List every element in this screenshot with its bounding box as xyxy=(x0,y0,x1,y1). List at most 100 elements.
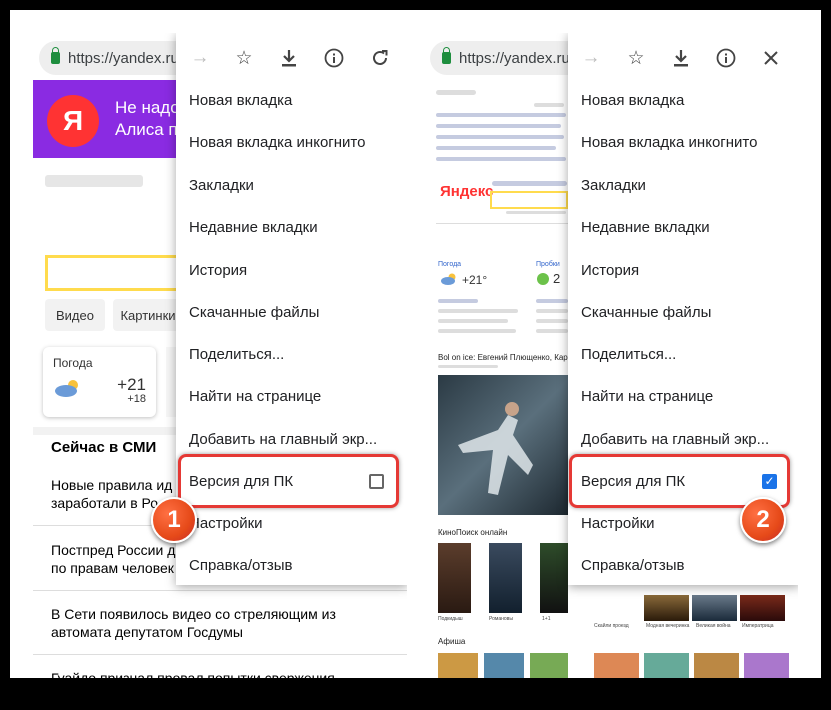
url-text: https://yandex.ru xyxy=(68,49,179,67)
event-poster[interactable] xyxy=(530,653,568,678)
menu-history[interactable]: История xyxy=(581,249,639,291)
movie-title: Модная вечеринка xyxy=(646,623,690,629)
divider xyxy=(33,590,407,591)
menu-help-feedback[interactable]: Справка/отзыв xyxy=(189,544,293,586)
blurred-text xyxy=(534,103,564,107)
search-input[interactable] xyxy=(45,255,185,291)
menu-recent-tabs[interactable]: Недавние вкладки xyxy=(581,206,710,248)
movie-poster[interactable] xyxy=(740,595,785,621)
menu-help-feedback[interactable]: Справка/отзыв xyxy=(581,544,685,586)
weather-label: Погода xyxy=(53,356,93,370)
event-poster[interactable] xyxy=(744,653,789,678)
event-poster[interactable] xyxy=(438,653,478,678)
lock-icon xyxy=(51,47,60,64)
info-icon[interactable] xyxy=(714,46,738,70)
blurred-text xyxy=(436,90,476,95)
blurred-text xyxy=(536,309,568,313)
menu-new-tab[interactable]: Новая вкладка xyxy=(189,79,292,121)
menu-downloads[interactable]: Скачанные файлы xyxy=(581,291,711,333)
movie-poster[interactable] xyxy=(540,543,568,613)
movie-title: Скайли проезд xyxy=(594,623,629,629)
menu-history[interactable]: История xyxy=(189,249,247,291)
menu-new-tab[interactable]: Новая вкладка xyxy=(581,79,684,121)
movie-poster[interactable] xyxy=(489,543,522,613)
weather-temp: +21° xyxy=(462,273,488,287)
address-bar[interactable]: https://yandex.ru xyxy=(430,41,590,75)
menu-share[interactable]: Поделиться... xyxy=(581,333,676,375)
forward-icon[interactable]: → xyxy=(579,46,603,70)
traffic-value: 2 xyxy=(553,271,561,286)
blurred-text xyxy=(438,309,518,313)
movie-poster[interactable] xyxy=(692,595,737,621)
event-poster[interactable] xyxy=(594,653,639,678)
weather-label: Погода xyxy=(438,261,462,268)
blurred-news-line xyxy=(436,113,566,117)
highlight-frame xyxy=(178,454,399,508)
weather-temp: +21 xyxy=(117,375,146,394)
close-icon[interactable] xyxy=(759,46,783,70)
menu-new-incognito-tab[interactable]: Новая вкладка инкогнито xyxy=(189,121,365,163)
menu-recent-tabs[interactable]: Недавние вкладки xyxy=(189,206,318,248)
skater-figure xyxy=(458,402,533,495)
yandex-logo: Я xyxy=(47,95,99,147)
afisha-heading: Афиша xyxy=(438,637,466,646)
featured-news-title[interactable]: Bol on ice: Евгений Плющенко, Кар xyxy=(438,353,568,362)
movie-poster[interactable] xyxy=(644,595,689,621)
lock-icon xyxy=(442,47,451,64)
menu-downloads[interactable]: Скачанные файлы xyxy=(189,291,319,333)
blurred-news-line xyxy=(436,135,564,139)
blurred-tabs xyxy=(492,181,567,186)
menu-new-incognito-tab[interactable]: Новая вкладка инкогнито xyxy=(581,121,757,163)
blurred-text xyxy=(536,319,568,323)
yandex-wordmark: Яндекс xyxy=(440,183,494,200)
step-badge: 2 xyxy=(740,497,786,543)
tab-images[interactable]: Картинки xyxy=(113,299,183,331)
divider xyxy=(33,654,407,655)
blurred-news-line xyxy=(436,146,556,150)
phone-screen-right: https://yandex.ru Яндекс Погода +21° Про… xyxy=(424,33,798,678)
movie-poster[interactable] xyxy=(438,543,471,613)
menu-settings[interactable]: Настройки xyxy=(189,502,263,544)
forward-icon[interactable]: → xyxy=(188,46,212,70)
menu-share[interactable]: Поделиться... xyxy=(189,333,284,375)
event-poster[interactable] xyxy=(644,653,689,678)
blurred-text xyxy=(438,329,516,333)
weather-temp-night: +18 xyxy=(127,393,146,405)
banner-text: Не надо Алиса п xyxy=(115,98,180,139)
movie-title: Императрица xyxy=(742,623,774,629)
blurred-text xyxy=(438,365,498,368)
menu-settings[interactable]: Настройки xyxy=(581,502,655,544)
blurred-text xyxy=(536,299,568,303)
star-icon[interactable]: ☆ xyxy=(624,46,648,70)
menu-find-in-page[interactable]: Найти на странице xyxy=(581,375,713,417)
search-input[interactable] xyxy=(490,191,568,209)
traffic-label: Пробки xyxy=(536,261,560,268)
featured-video-thumbnail[interactable] xyxy=(438,375,568,515)
blurred-news-line xyxy=(436,124,561,128)
movie-title: Подкидыш xyxy=(438,616,463,622)
movie-title: 1+1 xyxy=(542,616,551,622)
event-poster[interactable] xyxy=(484,653,524,678)
weather-widget[interactable]: Погода +21 +18 xyxy=(43,347,156,417)
star-icon[interactable]: ☆ xyxy=(232,46,256,70)
reload-icon[interactable] xyxy=(368,46,392,70)
movie-title: Великая война xyxy=(696,623,731,629)
blurred-text xyxy=(506,211,566,214)
menu-bookmarks[interactable]: Закладки xyxy=(581,164,646,206)
event-poster[interactable] xyxy=(694,653,739,678)
phone-screen-left: https://yandex.ru Я Не надо Алиса п Виде… xyxy=(33,33,407,678)
news-item[interactable]: В Сети появилось видео со стреляющим из … xyxy=(51,605,381,641)
news-heading: Сейчас в СМИ xyxy=(51,439,157,456)
tab-video[interactable]: Видео xyxy=(45,299,105,331)
news-item[interactable]: Гуайдо признал провал попытки свержения xyxy=(51,669,381,678)
blurred-news-line xyxy=(436,157,566,161)
address-bar[interactable]: https://yandex.ru xyxy=(39,41,199,75)
download-icon[interactable] xyxy=(669,46,693,70)
blurred-text xyxy=(45,175,143,187)
menu-bookmarks[interactable]: Закладки xyxy=(189,164,254,206)
cloud-sun-icon xyxy=(441,273,456,285)
kinopoisk-heading: КиноПоиск онлайн xyxy=(438,528,508,537)
info-icon[interactable] xyxy=(322,46,346,70)
download-icon[interactable] xyxy=(277,46,301,70)
menu-find-in-page[interactable]: Найти на странице xyxy=(189,375,321,417)
